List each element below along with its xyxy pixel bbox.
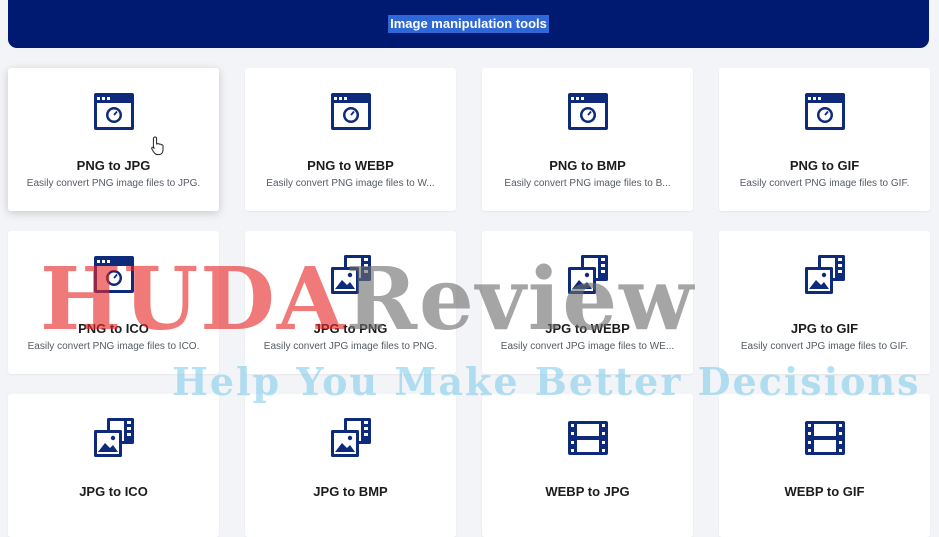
tool-card-png-to-jpg[interactable]: PNG to JPG Easily convert PNG image file… <box>8 68 219 211</box>
tool-card-webp-to-jpg[interactable]: WEBP to JPG <box>482 394 693 537</box>
film-strip-icon <box>566 416 610 460</box>
tool-title: PNG to WEBP <box>307 158 394 173</box>
tool-title: WEBP to GIF <box>784 484 865 499</box>
tools-grid: PNG to JPG Easily convert PNG image file… <box>8 68 930 537</box>
tool-description: Easily convert JPG image files to WE... <box>500 341 675 352</box>
tool-description: Easily convert JPG image files to GIF. <box>740 341 909 352</box>
tool-card-png-to-bmp[interactable]: PNG to BMP Easily convert PNG image file… <box>482 68 693 211</box>
tool-description: Easily convert PNG image files to ICO. <box>27 341 200 352</box>
tool-title: PNG to JPG <box>76 158 151 173</box>
tool-card-jpg-to-gif[interactable]: JPG to GIF Easily convert JPG image file… <box>719 231 930 374</box>
image-window-icon <box>92 253 136 297</box>
photo-gallery-icon <box>566 253 610 297</box>
tool-title: JPG to PNG <box>313 321 388 336</box>
tool-title: WEBP to JPG <box>545 484 630 499</box>
image-window-icon <box>329 90 373 134</box>
photo-gallery-icon <box>92 416 136 460</box>
tool-card-jpg-to-webp[interactable]: JPG to WEBP Easily convert JPG image fil… <box>482 231 693 374</box>
page-header: Image manipulation tools <box>8 0 929 48</box>
tool-card-jpg-to-ico[interactable]: JPG to ICO <box>8 394 219 537</box>
tool-title: JPG to ICO <box>79 484 148 499</box>
tool-description: Easily convert PNG image files to W... <box>266 178 435 189</box>
page-title: Image manipulation tools <box>388 15 549 33</box>
film-strip-icon <box>803 416 847 460</box>
pointer-cursor-icon <box>151 136 164 156</box>
tool-description: Easily convert PNG image files to JPG. <box>26 178 201 189</box>
tool-description: Easily convert PNG image files to B... <box>504 178 671 189</box>
tool-card-jpg-to-png[interactable]: JPG to PNG Easily convert JPG image file… <box>245 231 456 374</box>
tool-description: Easily convert PNG image files to GIF. <box>739 178 910 189</box>
tool-card-webp-to-gif[interactable]: WEBP to GIF <box>719 394 930 537</box>
photo-gallery-icon <box>329 416 373 460</box>
image-window-icon <box>566 90 610 134</box>
tool-card-png-to-ico[interactable]: PNG to ICO Easily convert PNG image file… <box>8 231 219 374</box>
photo-gallery-icon <box>803 253 847 297</box>
tool-card-jpg-to-bmp[interactable]: JPG to BMP <box>245 394 456 537</box>
tool-title: JPG to WEBP <box>545 321 630 336</box>
tool-title: JPG to BMP <box>313 484 388 499</box>
tool-card-png-to-gif[interactable]: PNG to GIF Easily convert PNG image file… <box>719 68 930 211</box>
tool-title: PNG to BMP <box>549 158 626 173</box>
image-window-icon <box>803 90 847 134</box>
tool-description: Easily convert JPG image files to PNG. <box>263 341 438 352</box>
tool-title: JPG to GIF <box>790 321 859 336</box>
tool-title: PNG to GIF <box>789 158 860 173</box>
image-window-icon <box>92 90 136 134</box>
tool-card-png-to-webp[interactable]: PNG to WEBP Easily convert PNG image fil… <box>245 68 456 211</box>
photo-gallery-icon <box>329 253 373 297</box>
tool-title: PNG to ICO <box>78 321 149 336</box>
